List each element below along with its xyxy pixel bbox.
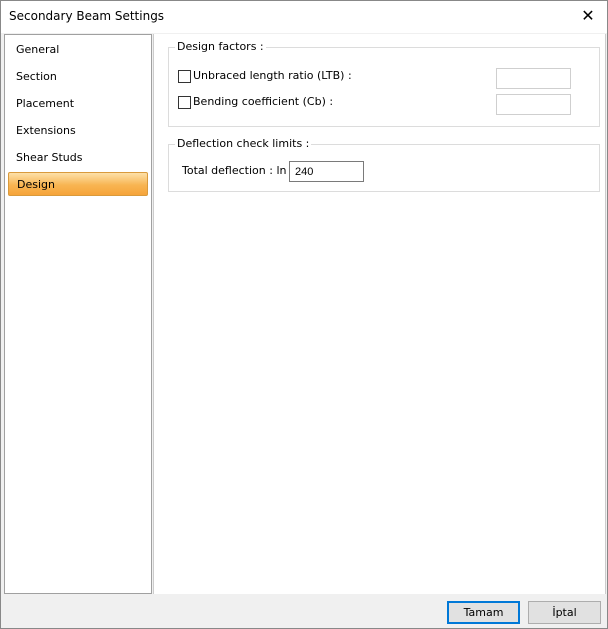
design-panel: Design factors : Unbraced length ratio (… — [153, 34, 606, 594]
sidebar-item-general[interactable]: General — [8, 38, 148, 62]
ltb-checkbox[interactable] — [178, 70, 191, 83]
design-factors-group: Design factors : Unbraced length ratio (… — [168, 40, 600, 127]
cancel-button[interactable]: İptal — [528, 601, 601, 624]
sidebar-item-section[interactable]: Section — [8, 65, 148, 89]
sidebar-item-extensions[interactable]: Extensions — [8, 119, 148, 143]
total-deflection-label: Total deflection : ln / — [182, 164, 294, 177]
sidebar-item-shear-studs[interactable]: Shear Studs — [8, 146, 148, 170]
deflection-legend: Deflection check limits : — [175, 137, 312, 150]
title-bar: Secondary Beam Settings ✕ — [1, 1, 607, 33]
cb-label: Bending coefficient (Cb) : — [193, 95, 334, 108]
deflection-group: Deflection check limits : Total deflecti… — [168, 137, 600, 192]
sidebar: General Section Placement Extensions She… — [4, 34, 152, 594]
cb-checkbox[interactable] — [178, 96, 191, 109]
sidebar-item-design[interactable]: Design — [8, 172, 148, 196]
window-title: Secondary Beam Settings — [9, 9, 165, 23]
design-factors-legend: Design factors : — [175, 40, 266, 53]
close-icon[interactable]: ✕ — [575, 5, 601, 27]
ltb-label: Unbraced length ratio (LTB) : — [193, 69, 352, 82]
ltb-input[interactable] — [496, 68, 571, 89]
ok-button[interactable]: Tamam — [447, 601, 520, 624]
total-deflection-input[interactable] — [289, 161, 364, 182]
sidebar-item-placement[interactable]: Placement — [8, 92, 148, 116]
cb-input[interactable] — [496, 94, 571, 115]
